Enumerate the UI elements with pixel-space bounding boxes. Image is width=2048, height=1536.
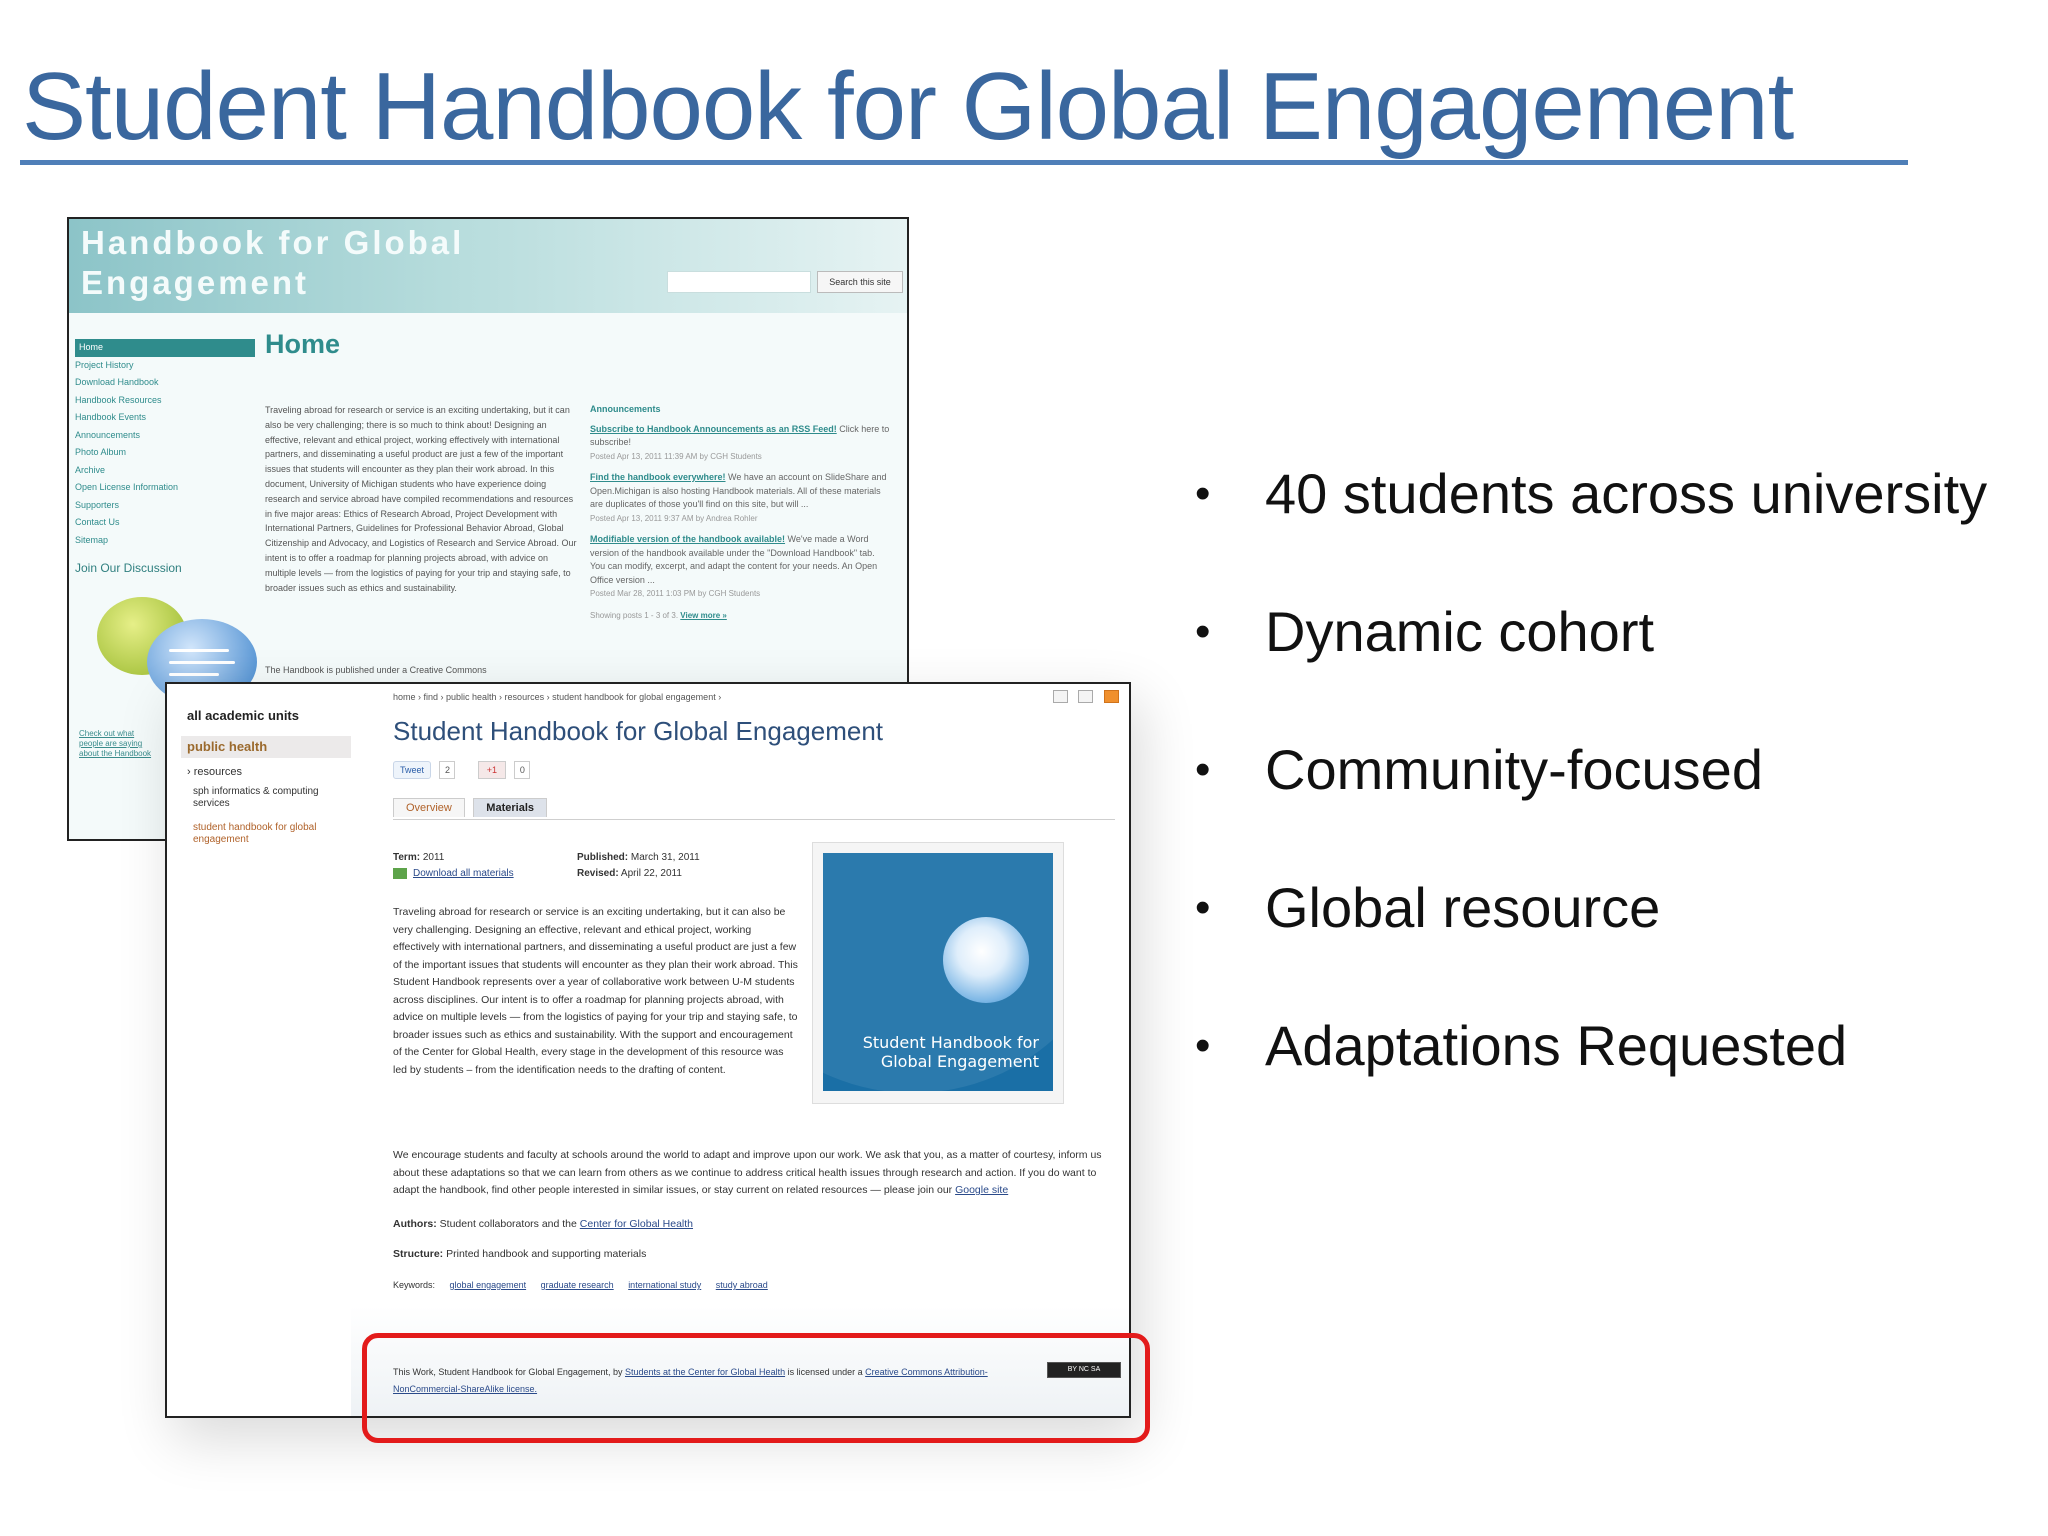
rss-icon[interactable]: [1103, 690, 1119, 703]
site-nav-item[interactable]: Supporters: [75, 497, 255, 515]
view-more-link[interactable]: View more »: [680, 611, 727, 620]
announcements-count: Showing posts 1 - 3 of 3. View more »: [590, 610, 727, 620]
tweet-button[interactable]: Tweet: [393, 761, 432, 779]
gplus-count: 0: [514, 761, 531, 779]
bullet-item: • 40 students across university: [1195, 462, 1988, 525]
download-materials-link[interactable]: Download all materials: [413, 868, 514, 879]
publish-info: Published: March 31, 2011 Revised: April…: [577, 852, 700, 879]
bullet-item: • Adaptations Requested: [1195, 1014, 1848, 1077]
announcement-meta: Posted Mar 28, 2011 1:03 PM by CGH Stude…: [590, 589, 761, 598]
social-buttons: Tweet 2 +1 0: [393, 760, 531, 779]
tweet-count: 2: [439, 761, 456, 779]
announcement-meta: Posted Apr 13, 2011 9:37 AM by Andrea Ro…: [590, 513, 758, 523]
google-site-link[interactable]: Google site: [955, 1184, 1008, 1196]
bullet-item: • Dynamic cohort: [1195, 600, 1655, 663]
site-page-heading: Home: [265, 329, 341, 359]
announcements-panel: Announcements Subscribe to Handbook Anno…: [590, 403, 890, 622]
cgh-link[interactable]: Center for Global Health: [580, 1218, 693, 1230]
site-search-input[interactable]: [667, 271, 811, 293]
announcement-link[interactable]: Find the handbook everywhere!: [590, 472, 726, 482]
site-banner: Handbook for Global Engagement Search th…: [69, 219, 907, 313]
bullet-item: • Community-focused: [1195, 738, 1763, 801]
sidebar-resources[interactable]: › resources: [187, 766, 242, 778]
slide-title: Student Handbook for Global Engagement: [22, 53, 1794, 160]
email-icon[interactable]: [1053, 690, 1068, 703]
globe-icon: [943, 917, 1029, 1003]
sidebar-public-health[interactable]: public health: [181, 736, 351, 758]
site-nav-item[interactable]: Handbook Events: [75, 409, 255, 427]
structure-line: Structure: Printed handbook and supporti…: [393, 1248, 647, 1260]
adaptation-request-text: We encourage students and faculty at sch…: [393, 1149, 1102, 1196]
site-nav-item[interactable]: Sitemap: [75, 532, 255, 550]
sidebar-student-handbook[interactable]: student handbook for global engagement: [193, 822, 343, 846]
tab-materials[interactable]: Materials: [473, 798, 547, 817]
keyword-link[interactable]: international study: [628, 1280, 701, 1290]
resource-tabs: Overview Materials: [393, 798, 551, 817]
site-nav: Home Project History Download Handbook H…: [75, 339, 255, 549]
site-nav-item[interactable]: Photo Album: [75, 444, 255, 462]
join-discussion-heading: Join Our Discussion: [75, 561, 182, 575]
keyword-link[interactable]: study abroad: [716, 1280, 768, 1290]
term-info: Term: 2011 Download all materials: [393, 852, 514, 879]
bullet-list: • 40 students across university • Dynamic …: [1195, 460, 2015, 1150]
authors-line: Authors: Student collaborators and the C…: [393, 1218, 694, 1230]
bullet-item: • Global resource: [1195, 876, 1661, 939]
site-nav-item[interactable]: Open License Information: [75, 479, 255, 497]
announcement-item: Find the handbook everywhere! We have an…: [590, 471, 890, 525]
site-nav-item[interactable]: Handbook Resources: [75, 392, 255, 410]
cover-title: Student Handbook for Global Engagement: [862, 1033, 1039, 1071]
site-nav-item[interactable]: Archive: [75, 462, 255, 480]
sidebar-sph-informatics[interactable]: sph informatics & computing services: [193, 786, 343, 810]
site-nav-item[interactable]: Announcements: [75, 427, 255, 445]
announcements-heading: Announcements: [590, 404, 661, 414]
print-icon[interactable]: [1078, 690, 1094, 703]
keyword-link[interactable]: global engagement: [450, 1280, 527, 1290]
page-tools: [1047, 690, 1119, 708]
site-banner-title: Handbook for Global Engagement: [81, 224, 465, 301]
title-underline: [20, 160, 1908, 165]
tab-overview[interactable]: Overview: [393, 798, 465, 817]
site-nav-item[interactable]: Project History: [75, 357, 255, 375]
site-nav-item[interactable]: Home: [75, 339, 255, 357]
license-highlight: [362, 1333, 1150, 1443]
download-icon: [393, 867, 407, 879]
site-search-button[interactable]: Search this site: [817, 271, 903, 293]
announcement-item: Subscribe to Handbook Announcements as a…: [590, 423, 890, 464]
gplus-button[interactable]: +1: [477, 761, 506, 779]
announcement-meta: Posted Apr 13, 2011 11:39 AM by CGH Stud…: [590, 451, 762, 461]
resource-description: Traveling abroad for research or service…: [393, 906, 798, 1076]
check-discussion-link[interactable]: Check out what people are saying about t…: [79, 729, 159, 759]
site-intro-text: Traveling abroad for research or service…: [265, 405, 577, 593]
site-nav-item[interactable]: Contact Us: [75, 514, 255, 532]
breadcrumb[interactable]: home › find › public health › resources …: [393, 692, 721, 702]
handbook-cover-image: Student Handbook for Global Engagement: [812, 842, 1064, 1104]
keyword-link[interactable]: graduate research: [541, 1280, 614, 1290]
site-nav-item[interactable]: Download Handbook: [75, 374, 255, 392]
sidebar-all-units[interactable]: all academic units: [187, 708, 299, 723]
tab-divider: [393, 819, 1115, 820]
announcement-link[interactable]: Modifiable version of the handbook avail…: [590, 534, 785, 544]
announcement-link[interactable]: Subscribe to Handbook Announcements as a…: [590, 424, 837, 434]
announcement-item: Modifiable version of the handbook avail…: [590, 533, 890, 601]
open-michigan-screenshot: all academic units public health › resou…: [165, 682, 1131, 1418]
resource-title: Student Handbook for Global Engagement: [393, 716, 884, 746]
unit-sidebar: all academic units public health › resou…: [167, 684, 351, 1416]
site-license-footnote: The Handbook is published under a Creati…: [265, 665, 487, 675]
keywords-line: Keywords: global engagement graduate res…: [393, 1280, 768, 1290]
